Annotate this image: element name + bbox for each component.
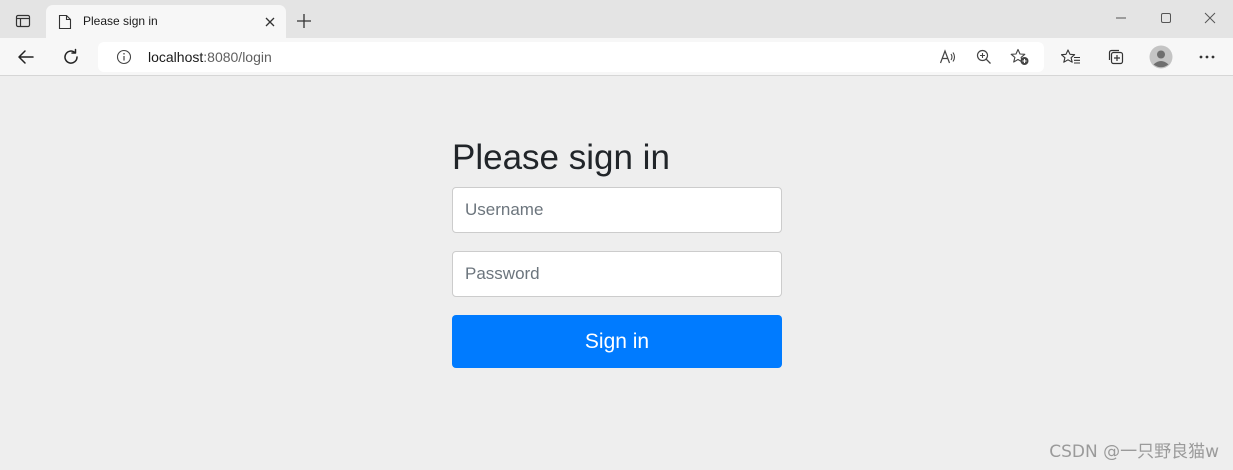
collections-button[interactable]: [1102, 43, 1130, 71]
form-heading: Please sign in: [452, 138, 670, 177]
read-aloud-icon: [939, 49, 956, 64]
url-path: :8080/login: [203, 49, 272, 65]
close-icon: [265, 17, 275, 27]
add-favorite-icon: [1010, 48, 1029, 65]
username-input[interactable]: [452, 187, 782, 233]
tab-title: Please sign in: [83, 14, 158, 28]
maximize-button[interactable]: [1143, 4, 1189, 32]
refresh-button[interactable]: [57, 43, 85, 71]
new-tab-button[interactable]: [291, 8, 317, 34]
more-button[interactable]: [1193, 43, 1221, 71]
navigation-bar: localhost:8080/login: [0, 38, 1233, 76]
plus-icon: [297, 14, 311, 28]
watermark: CSDN @一只野良猫w: [1049, 442, 1219, 462]
page-content: Please sign in Sign in CSDN @一只野良猫w: [0, 76, 1233, 470]
profile-avatar-icon: [1149, 45, 1173, 69]
maximize-icon: [1161, 13, 1171, 23]
page-icon: [58, 14, 72, 30]
sign-in-button[interactable]: Sign in: [452, 315, 782, 368]
window-close-icon: [1204, 12, 1216, 24]
zoom-icon: [976, 49, 991, 64]
add-favorite-button[interactable]: [1008, 45, 1032, 69]
back-arrow-icon: [18, 50, 34, 64]
password-input[interactable]: [452, 251, 782, 297]
refresh-icon: [64, 48, 78, 64]
tab-actions-button[interactable]: [10, 8, 36, 34]
tab-close-button[interactable]: [261, 13, 279, 31]
back-button[interactable]: [12, 43, 40, 71]
browser-window: Please sign in localhost:8080/login Plea…: [0, 0, 1233, 470]
window-close-button[interactable]: [1187, 4, 1233, 32]
url-text: localhost:8080/login: [148, 49, 272, 65]
profile-button[interactable]: [1148, 44, 1174, 70]
tab-active[interactable]: Please sign in: [46, 5, 286, 38]
minimize-button[interactable]: [1098, 4, 1144, 32]
minimize-icon: [1116, 17, 1126, 19]
signin-form: Please sign in Sign in: [452, 136, 782, 368]
collections-icon: [1108, 49, 1124, 65]
url-host: localhost: [148, 49, 204, 65]
tab-actions-icon: [15, 14, 31, 28]
zoom-button[interactable]: [972, 45, 996, 69]
info-icon[interactable]: [116, 49, 132, 65]
tab-strip: Please sign in: [0, 0, 1233, 38]
favorites-button[interactable]: [1057, 43, 1085, 71]
read-aloud-button[interactable]: [936, 45, 960, 69]
address-bar[interactable]: localhost:8080/login: [98, 42, 1044, 72]
favorites-icon: [1061, 49, 1080, 64]
more-icon: [1199, 55, 1215, 59]
